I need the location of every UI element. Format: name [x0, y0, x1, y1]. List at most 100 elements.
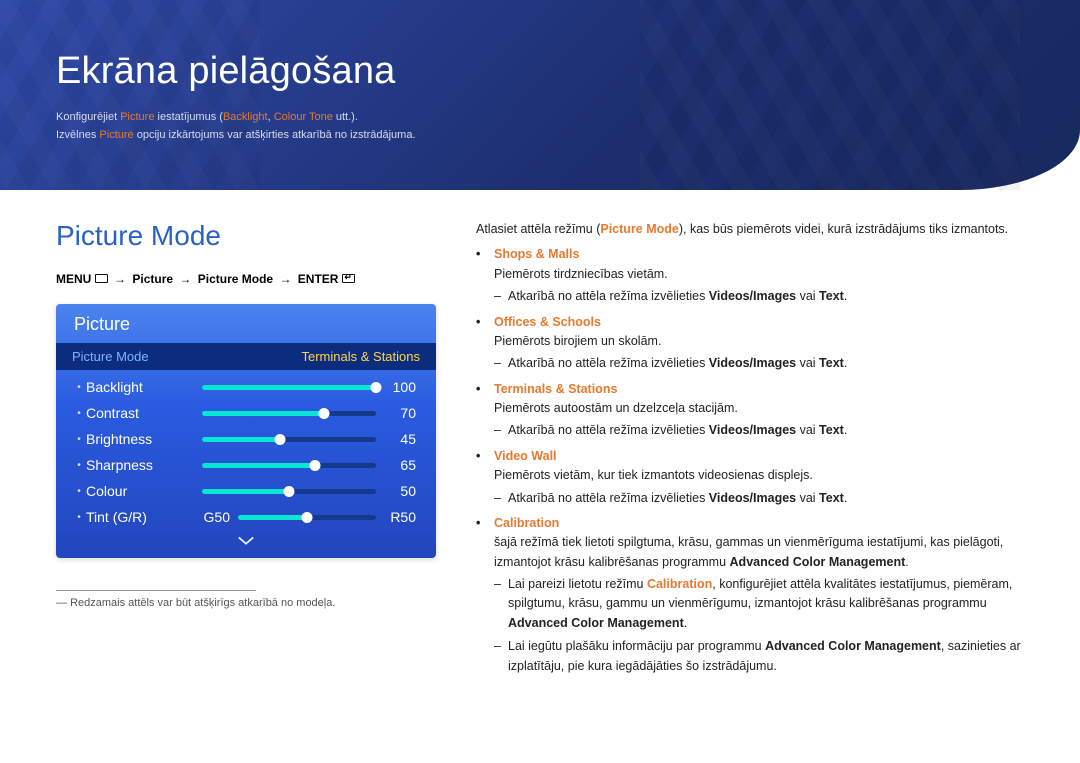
mode-name: Offices & Schools: [494, 315, 601, 329]
calibration-subnote: –Lai iegūtu plašāku informāciju par prog…: [494, 637, 1024, 676]
keyword-acm: Advanced Color Management: [765, 639, 941, 653]
mode-subnote: –Atkarībā no attēla režīma izvēlieties V…: [494, 489, 1024, 508]
subnote-text: Lai iegūtu plašāku informāciju par progr…: [508, 637, 1024, 676]
footnote: ― Redzamais attēls var būt atšķirīgs atk…: [56, 597, 436, 609]
menu-icon: [95, 274, 108, 283]
intro-line-2: Izvēlnes Picture opciju izkārtojums var …: [56, 127, 1024, 145]
dash-icon: –: [494, 421, 508, 440]
keyword-videos-images: Videos/Images: [709, 289, 796, 303]
osd-row: •Backlight 100: [68, 374, 424, 400]
lead-sentence: Atlasiet attēla režīmu (Picture Mode), k…: [476, 220, 1024, 239]
nav-picture-mode: Picture Mode: [198, 272, 273, 286]
mode-desc: Piemērots tirdzniecības vietām.: [494, 267, 668, 281]
bullet-icon: •: [476, 245, 494, 284]
osd-body: •Backlight100•Contrast70•Brightness45•Sh…: [56, 370, 436, 532]
osd-row-label: Tint (G/R): [86, 509, 196, 525]
osd-tint-slider[interactable]: [238, 515, 376, 520]
keyword-videos-images: Videos/Images: [709, 423, 796, 437]
osd-subheader-value: Terminals & Stations: [302, 349, 421, 364]
mode-subnote: –Atkarībā no attēla režīma izvēlieties V…: [494, 354, 1024, 373]
arrow-icon: →: [111, 272, 129, 286]
keyword-colour-tone: Colour Tone: [274, 111, 333, 123]
keyword-videos-images: Videos/Images: [709, 491, 796, 505]
mode-name: Terminals & Stations: [494, 382, 617, 396]
osd-more-indicator: [56, 532, 436, 558]
nav-enter: ENTER: [298, 272, 339, 286]
intro-text: Konfigurējiet: [56, 111, 120, 123]
mode-subnote: –Atkarībā no attēla režīma izvēlieties V…: [494, 421, 1024, 440]
keyword-picture: Picture: [99, 129, 133, 141]
mode-body: Offices & Schools Piemērots birojiem un s…: [494, 313, 661, 352]
osd-row-label: Backlight: [86, 379, 196, 395]
bullet-icon: •: [476, 380, 494, 419]
mode-item: •Video WallPiemērots vietām, kur tiek iz…: [476, 447, 1024, 486]
mode-body: Video WallPiemērots vietām, kur tiek izm…: [494, 447, 813, 486]
mode-body: Shops & Malls Piemērots tirdzniecības vie…: [494, 245, 668, 284]
mode-subnote: –Atkarībā no attēla režīma izvēlieties V…: [494, 287, 1024, 306]
arrow-icon: →: [176, 272, 194, 286]
bullet-icon: •: [476, 447, 494, 486]
keyword-acm: Advanced Color Management: [508, 616, 684, 630]
osd-row-label: Sharpness: [86, 457, 196, 473]
page-title: Ekrāna pielāgošana: [56, 50, 1024, 93]
mode-item: •Offices & Schools Piemērots birojiem un …: [476, 313, 1024, 352]
osd-row-value: 100: [382, 379, 420, 395]
dash-icon: –: [494, 489, 508, 508]
modes-list: •Shops & MallsPiemērots tirdzniecības vi…: [476, 245, 1024, 676]
mode-item: •Shops & Malls Piemērots tirdzniecības vi…: [476, 245, 1024, 284]
osd-row-value: 70: [382, 405, 420, 421]
keyword-text: Text: [819, 491, 844, 505]
keyword-picture: Picture: [120, 111, 154, 123]
osd-row-value: 65: [382, 457, 420, 473]
osd-subheader-label: Picture Mode: [72, 349, 302, 364]
dash-icon: –: [494, 287, 508, 306]
calibration-subnote: –Lai pareizi lietotu režīmu Calibration,…: [494, 575, 1024, 633]
keyword-calibration: Calibration: [647, 577, 712, 591]
bullet-icon: •: [72, 460, 86, 471]
chevron-down-icon: [237, 535, 255, 547]
osd-slider[interactable]: [202, 385, 376, 390]
mode-name: Shops & Malls: [494, 247, 579, 261]
mode-item-calibration: •Calibrationšajā režīmā tiek lietoti spi…: [476, 514, 1024, 572]
left-column: Picture Mode MENU → Picture → Picture Mo…: [56, 220, 436, 680]
text: Atlasiet attēla režīmu (: [476, 222, 600, 236]
bullet-icon: •: [476, 313, 494, 352]
intro-text: Izvēlnes: [56, 129, 99, 141]
keyword-text: Text: [819, 423, 844, 437]
osd-tint-g: G50: [196, 509, 232, 525]
keyword-text: Text: [819, 289, 844, 303]
intro-line-1: Konfigurējiet Picture iestatījumus (Back…: [56, 109, 1024, 127]
osd-row: •Contrast70: [68, 400, 424, 426]
osd-slider[interactable]: [202, 437, 376, 442]
mode-name: Video Wall: [494, 449, 557, 463]
chapter-header: Ekrāna pielāgošana Konfigurējiet Picture…: [0, 0, 1080, 190]
osd-row: •Brightness45: [68, 426, 424, 452]
mode-desc: Piemērots birojiem un skolām.: [494, 334, 661, 348]
mode-subnote-text: Atkarībā no attēla režīma izvēlieties Vi…: [508, 421, 847, 440]
nav-picture: Picture: [132, 272, 173, 286]
mode-subnote-text: Atkarībā no attēla režīma izvēlieties Vi…: [508, 489, 847, 508]
osd-slider[interactable]: [202, 489, 376, 494]
right-column: Atlasiet attēla režīmu (Picture Mode), k…: [476, 220, 1024, 680]
osd-subheader: Picture Mode Terminals & Stations: [56, 343, 436, 370]
bullet-icon: •: [72, 382, 86, 393]
nav-menu: MENU: [56, 272, 91, 286]
osd-slider[interactable]: [202, 463, 376, 468]
intro-text: iestatījumus (: [154, 111, 222, 123]
mode-subnote-text: Atkarībā no attēla režīma izvēlieties Vi…: [508, 287, 847, 306]
enter-icon: [342, 274, 355, 283]
osd-slider[interactable]: [202, 411, 376, 416]
footnote-rule: [56, 590, 256, 591]
bullet-icon: •: [476, 514, 494, 572]
osd-row-value: 45: [382, 431, 420, 447]
mode-name: Calibration: [494, 516, 559, 530]
intro-text: utt.).: [333, 111, 358, 123]
keyword-acm: Advanced Color Management: [730, 555, 906, 569]
keyword-text: Text: [819, 356, 844, 370]
dash-icon: –: [494, 575, 508, 633]
keyword-picture-mode: Picture Mode: [600, 222, 679, 236]
osd-row: •Sharpness 65: [68, 452, 424, 478]
menu-path: MENU → Picture → Picture Mode → ENTER: [56, 272, 436, 286]
bullet-icon: •: [72, 408, 86, 419]
mode-body: Terminals & StationsPiemērots autoostām …: [494, 380, 738, 419]
